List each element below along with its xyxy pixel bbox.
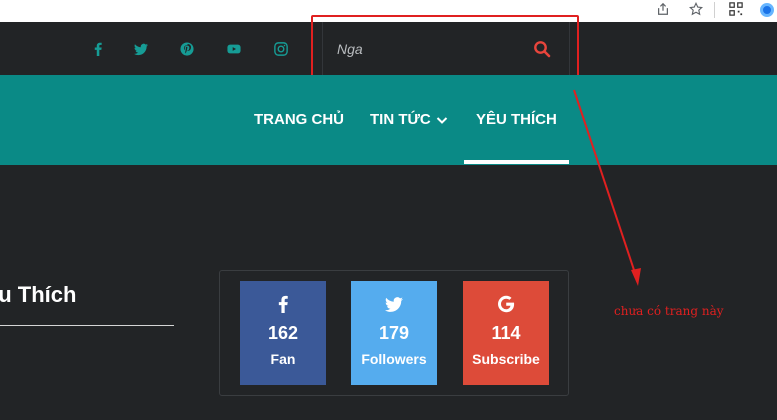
facebook-count: 162 [267,323,299,343]
google-icon [498,295,515,313]
google-counter[interactable]: 114 Subscribe [463,281,549,385]
search-input[interactable] [337,38,517,60]
facebook-icon [278,295,288,313]
share-icon[interactable] [655,2,671,18]
twitter-icon [385,297,403,312]
facebook-icon[interactable] [90,42,106,58]
active-nav-indicator [464,160,569,164]
facebook-label: Fan [270,351,296,367]
edge-profile-icon[interactable] [760,3,774,17]
annotation-note: chưa có trang này [614,304,724,318]
nav-item-news-label: TIN TỨC [370,111,431,128]
google-label: Subscribe [472,351,540,367]
instagram-icon[interactable] [273,42,289,58]
facebook-counter[interactable]: 162 Fan [240,281,326,385]
qr-icon[interactable] [728,2,744,18]
youtube-icon[interactable] [226,42,242,58]
search-box [322,22,570,75]
twitter-count: 179 [378,323,410,343]
toolbar-divider [714,2,715,18]
twitter-icon[interactable] [133,42,149,58]
browser-toolbar [0,0,777,22]
chevron-down-icon [436,117,447,124]
star-icon[interactable] [688,1,704,18]
nav-item-home[interactable]: TRANG CHỦ [254,111,344,128]
google-count: 114 [491,323,521,343]
pinterest-icon[interactable] [179,42,195,58]
main-nav: TRANG CHỦ TIN TỨC YÊU THÍCH [0,75,777,165]
nav-item-favorites[interactable]: YÊU THÍCH [476,111,557,128]
search-icon[interactable] [533,40,551,58]
page-title: ếu Thích [0,282,77,307]
title-divider [0,325,174,326]
twitter-label: Followers [361,351,427,367]
nav-item-news[interactable]: TIN TỨC [370,111,448,128]
twitter-counter[interactable]: 179 Followers [351,281,437,385]
